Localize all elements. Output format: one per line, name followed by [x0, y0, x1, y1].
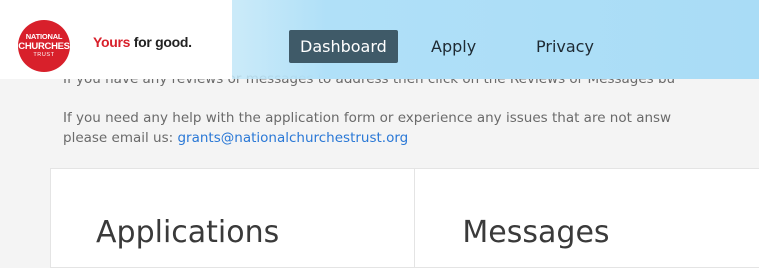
applications-card[interactable]: Applications: [50, 168, 416, 268]
brand-tagline: Yours for good.: [93, 34, 192, 50]
messages-card[interactable]: Messages: [415, 168, 759, 268]
national-churches-trust-logo[interactable]: NATIONAL CHURCHES TRUST: [18, 20, 70, 72]
tagline-yours: Yours: [93, 34, 134, 50]
tagline-for-good: for good.: [133, 34, 192, 50]
nav-dashboard[interactable]: Dashboard: [289, 30, 398, 63]
logo-line-1: NATIONAL: [25, 32, 63, 42]
logo-line-2: CHURCHES: [18, 40, 70, 52]
applications-card-title: Applications: [96, 215, 280, 250]
help-paragraph: If you need any help with the applicatio…: [63, 108, 759, 148]
nav-apply[interactable]: Apply: [420, 30, 487, 63]
brand-area: NATIONAL CHURCHES TRUST Yours for good.: [0, 0, 232, 79]
help-text-line-1: If you need any help with the applicatio…: [63, 110, 672, 126]
nav-privacy[interactable]: Privacy: [525, 30, 605, 63]
logo-line-3: TRUST: [33, 52, 55, 59]
messages-card-title: Messages: [462, 215, 610, 250]
top-navigation-bar: NATIONAL CHURCHES TRUST Yours for good. …: [0, 0, 759, 79]
help-email-prefix: please email us:: [63, 130, 178, 146]
help-text-line-2: please email us: grants@nationalchurches…: [63, 128, 759, 148]
dashboard-cards: Applications Messages: [50, 168, 759, 268]
help-email-link[interactable]: grants@nationalchurchestrust.org: [177, 130, 408, 146]
